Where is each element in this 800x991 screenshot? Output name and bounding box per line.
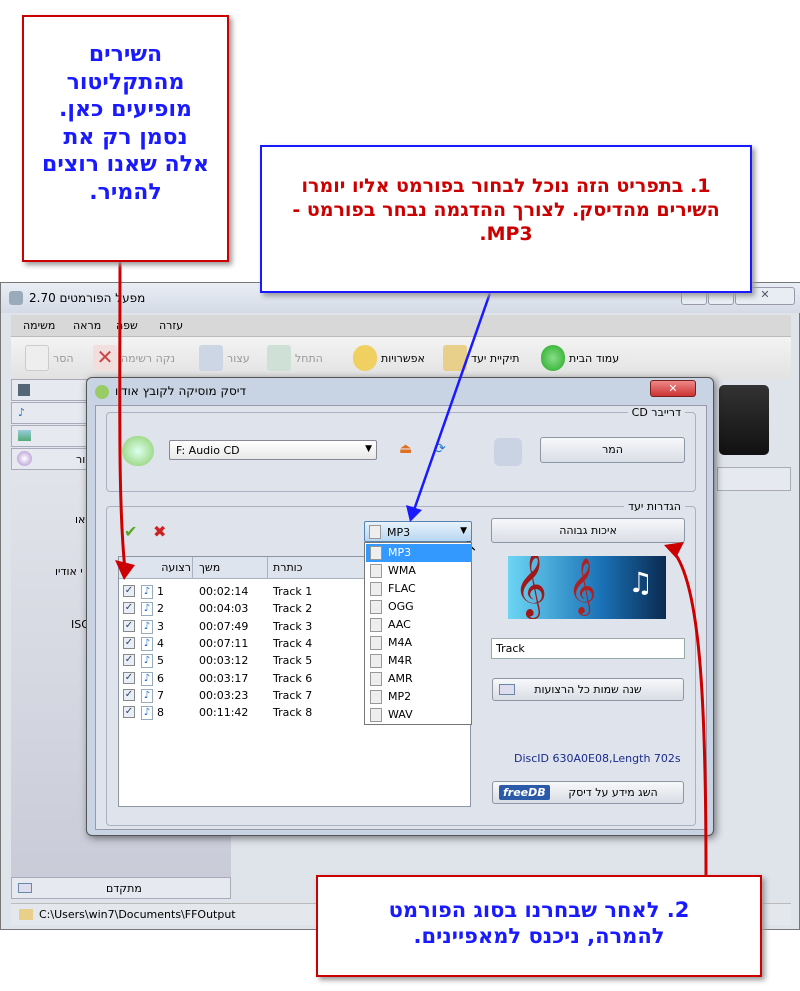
red-arrowhead-right (664, 542, 684, 558)
callout-top-text: 1. בתפריט הזה נוכל לבחור בפורמט אליו יומ… (292, 175, 720, 245)
red-arrowhead-left (115, 560, 135, 580)
callout-top: 1. בתפריט הזה נוכל לבחור בפורמט אליו יומ… (260, 145, 752, 293)
blue-arrow (412, 292, 492, 511)
callout-left-text: השירים מהתקליטור מופיעים כאן. נסמן רק את… (42, 42, 209, 205)
callout-bottom: 2. לאחר שבחרנו בסוג הפורמט להמרה, ניכנס … (316, 875, 762, 977)
red-arrow-right (670, 548, 708, 876)
callout-bottom-text: 2. לאחר שבחרנו בסוג הפורמט להמרה, ניכנס … (388, 898, 690, 949)
blue-arrowhead (406, 505, 422, 522)
callout-left: השירים מהתקליטור מופיעים כאן. נסמן רק את… (22, 15, 229, 262)
red-arrow-left (118, 261, 127, 571)
